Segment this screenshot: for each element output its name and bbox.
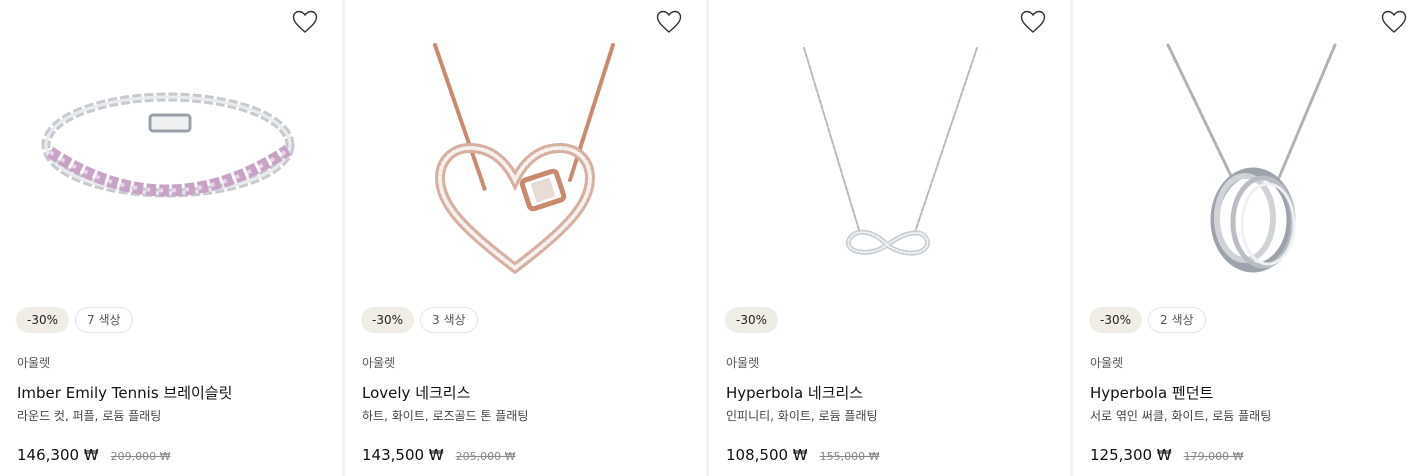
discount-badge: -30%: [725, 307, 779, 333]
ring-pendant-image[interactable]: [1073, 40, 1413, 290]
sale-price: 125,300 ₩: [1090, 446, 1172, 464]
discount-badge: -30%: [16, 307, 70, 333]
heart-icon[interactable]: [656, 10, 682, 34]
original-price: 209,000 ₩: [110, 450, 171, 463]
product-category: 아울렛: [1090, 356, 1124, 370]
heart-necklace-image[interactable]: [345, 40, 706, 290]
product-title[interactable]: Lovely 네크리스: [362, 382, 470, 403]
product-description: 서로 엮인 써클, 화이트, 로듐 플래팅: [1090, 409, 1272, 423]
product-category: 아울렛: [362, 356, 396, 370]
product-card[interactable]: -30% 7 색상 아울렛 Imber Emily Tennis 브레이슬릿 라…: [0, 0, 342, 476]
heart-icon[interactable]: [1381, 10, 1407, 34]
discount-badge: -30%: [361, 307, 415, 333]
product-title[interactable]: Imber Emily Tennis 브레이슬릿: [17, 382, 232, 403]
original-price: 155,000 ₩: [819, 450, 880, 463]
original-price: 179,000 ₩: [1183, 450, 1244, 463]
sale-price: 108,500 ₩: [726, 446, 808, 464]
sale-price: 143,500 ₩: [362, 446, 444, 464]
discount-badge: -30%: [1089, 307, 1143, 333]
product-title[interactable]: Hyperbola 네크리스: [726, 382, 863, 403]
product-title[interactable]: Hyperbola 펜던트: [1090, 382, 1213, 403]
color-count-badge[interactable]: 3 색상: [420, 307, 478, 333]
heart-icon[interactable]: [292, 10, 318, 34]
original-price: 205,000 ₩: [455, 450, 516, 463]
infinity-necklace-image[interactable]: [709, 40, 1070, 290]
tennis-bracelet-image[interactable]: [0, 40, 342, 290]
product-description: 하트, 화이트, 로즈골드 톤 플래팅: [362, 409, 529, 423]
product-description: 라운드 컷, 퍼플, 로듐 플래팅: [17, 409, 162, 423]
heart-icon[interactable]: [1020, 10, 1046, 34]
product-category: 아울렛: [17, 356, 51, 370]
product-category: 아울렛: [726, 356, 760, 370]
product-card[interactable]: -30% 3 색상 아울렛 Lovely 네크리스 하트, 화이트, 로즈골드 …: [345, 0, 706, 476]
sale-price: 146,300 ₩: [17, 446, 99, 464]
product-grid: -30% 7 색상 아울렛 Imber Emily Tennis 브레이슬릿 라…: [0, 0, 1413, 476]
product-card[interactable]: -30% 아울렛 Hyperbola 네크리스 인피니티, 화이트, 로듐 플래…: [709, 0, 1070, 476]
product-description: 인피니티, 화이트, 로듐 플래팅: [726, 409, 878, 423]
color-count-badge[interactable]: 7 색상: [75, 307, 133, 333]
color-count-badge[interactable]: 2 색상: [1148, 307, 1206, 333]
product-card[interactable]: -30% 2 색상 아울렛 Hyperbola 펜던트 서로 엮인 써클, 화이…: [1073, 0, 1413, 476]
